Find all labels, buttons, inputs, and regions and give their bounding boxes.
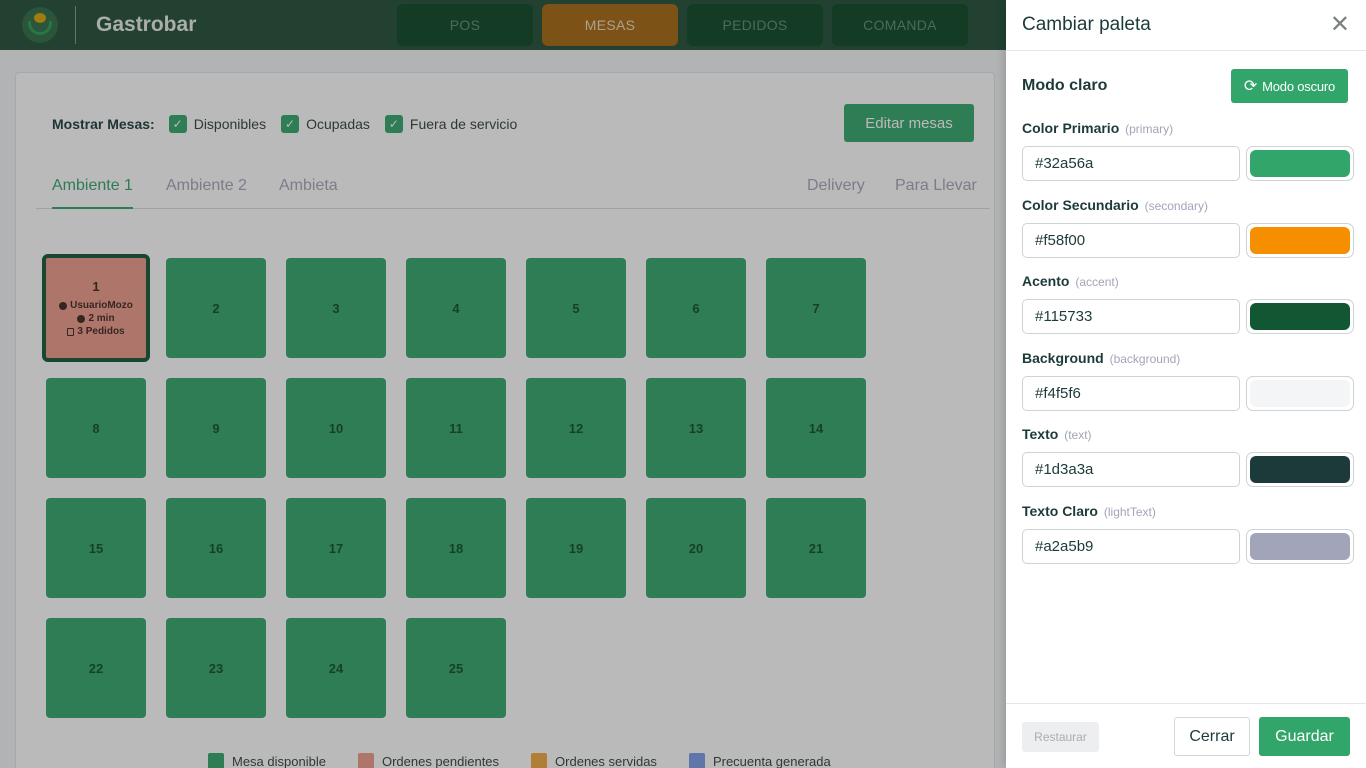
refresh-icon: ⟳ [1243,78,1258,95]
mode-row: Modo claro ⟳ Modo oscuro [1022,69,1348,103]
close-button[interactable]: Cerrar [1174,717,1250,756]
light-text-color-input[interactable]: #a2a5b9 [1022,529,1241,564]
field-light-text: Texto Claro (lightText) #a2a5b9 [1022,503,1354,564]
modal-backdrop[interactable] [0,0,1006,768]
field-primary: Color Primario (primary) #32a56a [1022,120,1354,181]
text-color-input[interactable]: #1d3a3a [1022,452,1241,487]
primary-color-input[interactable]: #32a56a [1022,146,1241,181]
drawer-title: Cambiar paleta [1022,14,1151,35]
drawer-header: Cambiar paleta ✕ [1006,0,1366,51]
field-accent: Acento (accent) #115733 [1022,273,1354,334]
background-color-input[interactable]: #f4f5f6 [1022,376,1241,411]
light-text-color-swatch[interactable] [1246,529,1354,564]
field-background: Background (background) #f4f5f6 [1022,350,1354,411]
dark-mode-button[interactable]: ⟳ Modo oscuro [1231,69,1348,103]
save-button[interactable]: Guardar [1259,717,1350,756]
close-icon[interactable]: ✕ [1330,13,1350,37]
text-color-swatch[interactable] [1246,452,1354,487]
primary-color-swatch[interactable] [1246,146,1354,181]
drawer-footer: Restaurar Cerrar Guardar [1006,703,1366,768]
field-secondary: Color Secundario (secondary) #f58f00 [1022,197,1354,258]
accent-color-input[interactable]: #115733 [1022,299,1241,334]
field-text: Texto (text) #1d3a3a [1022,426,1354,487]
accent-color-swatch[interactable] [1246,299,1354,334]
secondary-color-input[interactable]: #f58f00 [1022,223,1241,258]
reset-button[interactable]: Restaurar [1022,722,1099,752]
mode-label: Modo claro [1022,77,1108,94]
palette-drawer: Cambiar paleta ✕ Modo claro ⟳ Modo oscuro… [1006,0,1366,768]
background-color-swatch[interactable] [1246,376,1354,411]
secondary-color-swatch[interactable] [1246,223,1354,258]
